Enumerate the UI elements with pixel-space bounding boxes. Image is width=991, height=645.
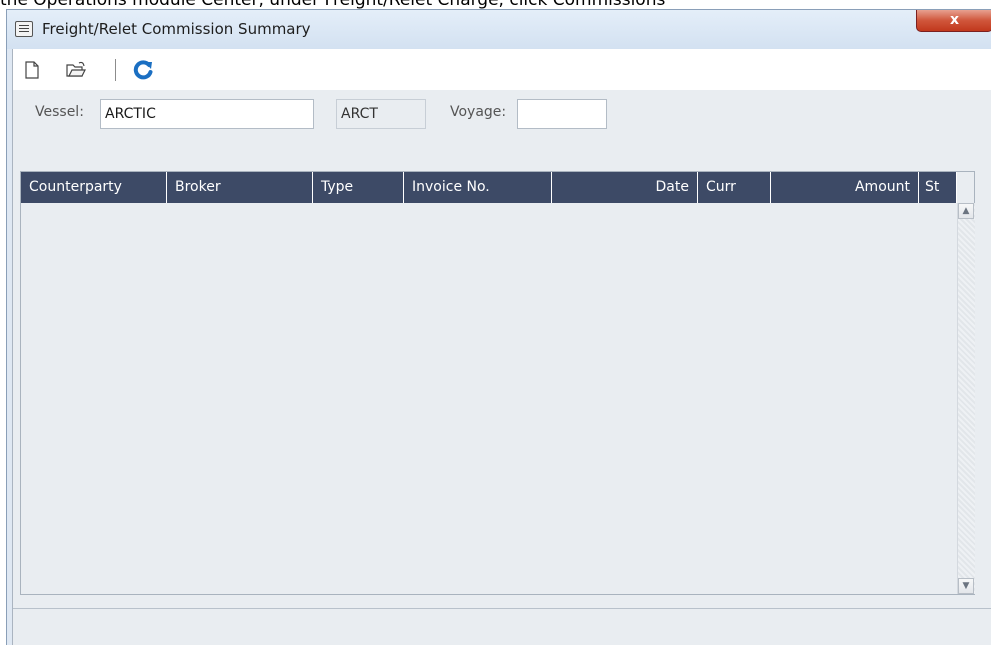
toolbar — [13, 49, 991, 91]
close-icon: x — [949, 12, 960, 28]
window-icon — [15, 21, 33, 37]
filter-bar: Vessel: Voyage: — [13, 90, 991, 135]
vessel-code-field — [336, 99, 426, 129]
column-header-type[interactable]: Type — [313, 172, 404, 203]
voyage-label: Voyage: — [450, 104, 507, 120]
close-button[interactable]: x — [916, 10, 991, 32]
title-bar[interactable]: Freight/Relet Commission Summary x — [7, 10, 991, 49]
new-document-icon[interactable] — [21, 59, 43, 81]
column-header-invoice-no[interactable]: Invoice No. — [404, 172, 552, 203]
grid-header: Counterparty Broker Type Invoice No. Dat… — [21, 172, 957, 203]
commission-grid: Counterparty Broker Type Invoice No. Dat… — [20, 171, 975, 595]
scroll-up-button[interactable]: ▲ — [958, 203, 974, 219]
refresh-icon[interactable] — [132, 59, 154, 81]
scroll-down-button[interactable]: ▼ — [958, 578, 974, 594]
voyage-field[interactable] — [517, 99, 607, 129]
vertical-scrollbar[interactable]: ▲ ▼ — [957, 203, 975, 594]
commission-summary-window: Freight/Relet Commission Summary x Vesse… — [6, 9, 991, 645]
column-header-counterparty[interactable]: Counterparty — [21, 172, 167, 203]
column-header-date[interactable]: Date — [552, 172, 698, 203]
chevron-up-icon: ▲ — [962, 206, 970, 216]
open-folder-icon[interactable] — [65, 59, 87, 81]
vessel-label: Vessel: — [35, 104, 84, 120]
column-header-amount[interactable]: Amount — [771, 172, 919, 203]
status-bar — [13, 608, 991, 645]
column-header-status[interactable]: St — [919, 172, 957, 203]
vessel-field[interactable] — [100, 99, 314, 129]
window-title: Freight/Relet Commission Summary — [42, 20, 311, 38]
window-content: Vessel: Voyage: Counterparty Broker Type… — [12, 49, 991, 645]
toolbar-separator — [115, 59, 116, 81]
background-document-text: the Operations module Center, under Frei… — [0, 0, 991, 9]
column-header-broker[interactable]: Broker — [167, 172, 313, 203]
column-header-curr[interactable]: Curr — [698, 172, 771, 203]
chevron-down-icon: ▼ — [962, 581, 970, 591]
